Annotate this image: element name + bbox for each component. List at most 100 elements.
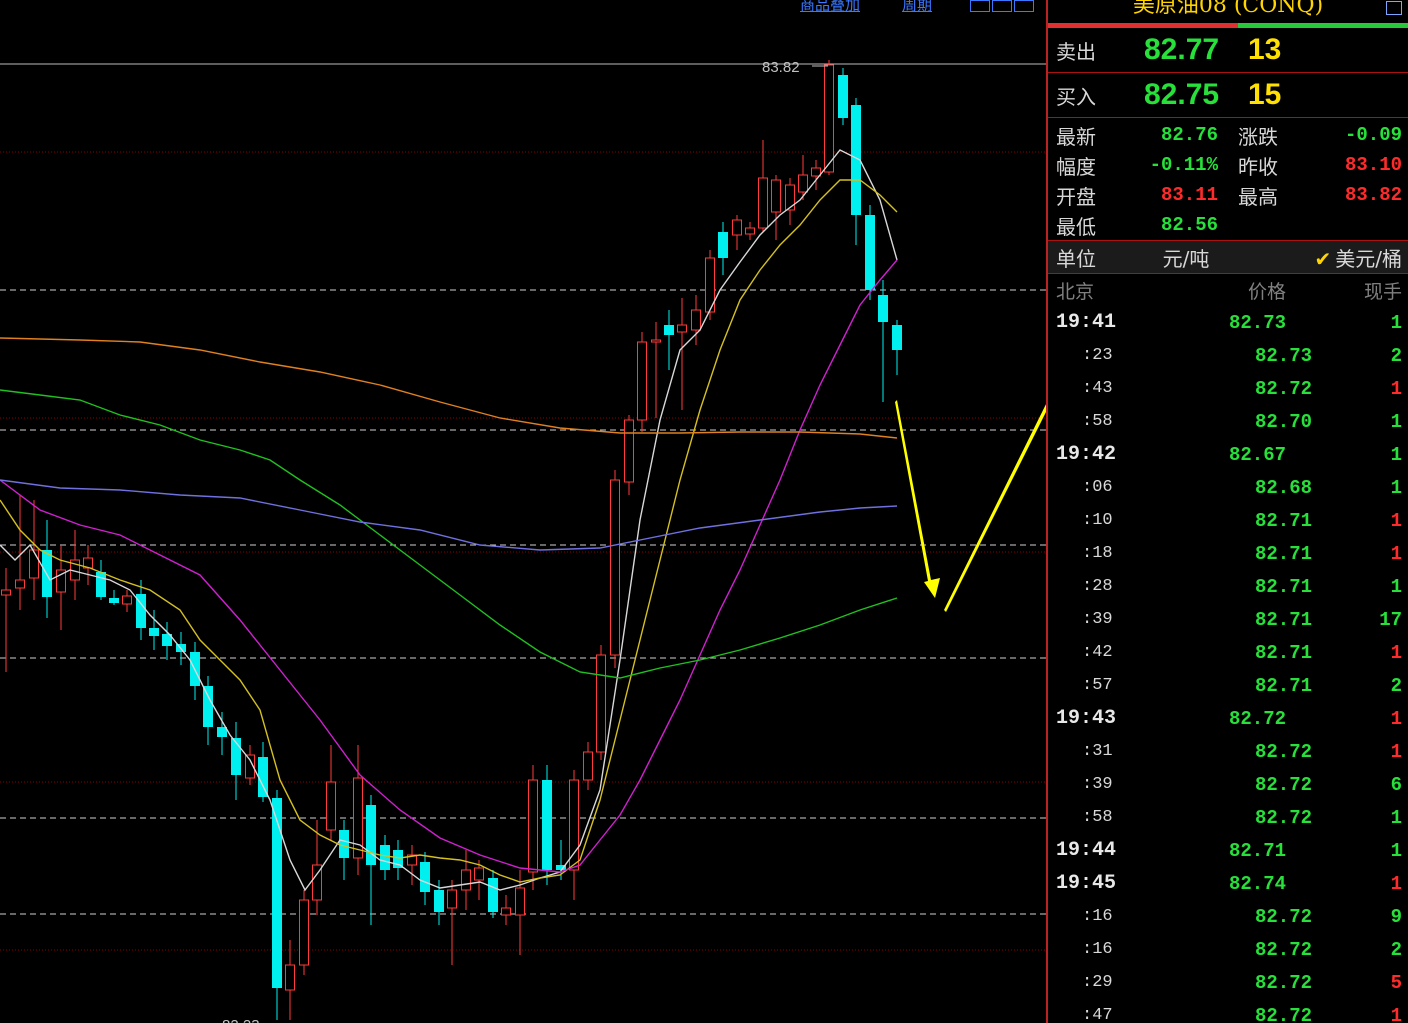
tick-qty: 1 — [1390, 443, 1402, 466]
high-label: 83.82 — [762, 59, 800, 76]
stat-key: 开盘 — [1056, 184, 1096, 209]
tick-qty: 1 — [1390, 476, 1402, 499]
candle-body — [610, 479, 620, 656]
stat-value-2: 83.82 — [1344, 184, 1402, 206]
candle-body — [285, 964, 295, 991]
tick-time: :23 — [1082, 346, 1113, 365]
tick-price: 82.74 — [1228, 872, 1286, 895]
tick-time: :47 — [1082, 1006, 1113, 1023]
candle-body — [758, 177, 768, 229]
tick-time: :10 — [1082, 511, 1113, 530]
sell-label: 卖出 — [1056, 39, 1096, 64]
candle-body — [339, 830, 349, 858]
tick-time: 19:45 — [1056, 872, 1117, 895]
tick-time: :31 — [1082, 742, 1113, 761]
tick-price: 82.71 — [1228, 839, 1286, 862]
tick-row: :39 82.71 17 — [1048, 603, 1408, 636]
tick-time: :58 — [1082, 808, 1113, 827]
tick-row: 19:41 82.73 1 — [1048, 306, 1408, 339]
tick-qty: 1 — [1390, 707, 1402, 730]
candle-body — [824, 64, 834, 173]
tick-qty: 1 — [1390, 410, 1402, 433]
period-link[interactable]: 周期 — [902, 0, 932, 14]
tick-qty: 1 — [1390, 806, 1402, 829]
tick-row: :43 82.72 1 — [1048, 372, 1408, 405]
candle-body — [15, 579, 25, 589]
candle-body — [258, 757, 268, 797]
unit-label: 单位 — [1056, 246, 1096, 271]
tick-row: :31 82.72 1 — [1048, 735, 1408, 768]
tick-table: 19:41 82.73 1:23 82.73 2:43 82.72 1:58 8… — [1048, 306, 1408, 1023]
tick-time: 19:44 — [1056, 839, 1117, 862]
tick-price: 82.71 — [1254, 509, 1312, 532]
tick-qty: 1 — [1390, 872, 1402, 895]
tick-price: 82.72 — [1228, 707, 1286, 730]
contract-title-text: 美原油08 (CONQ) — [1132, 0, 1324, 18]
nav-end-icon[interactable] — [1014, 0, 1034, 12]
candle-body — [651, 339, 661, 343]
tick-row: 19:44 82.71 1 — [1048, 834, 1408, 867]
tick-qty: 1 — [1390, 509, 1402, 532]
candle-body — [718, 232, 728, 258]
stat-key: 最低 — [1056, 214, 1096, 239]
unit-option-yuan-per-ton[interactable]: 元/吨 — [1146, 243, 1226, 272]
candle-body — [109, 598, 119, 603]
tick-time: :58 — [1082, 412, 1113, 431]
tick-price: 82.71 — [1254, 542, 1312, 565]
col-price: 价格 — [1247, 280, 1286, 303]
stat-value: -0.11% — [1149, 154, 1218, 176]
candle-body — [542, 780, 552, 870]
candle-body — [745, 227, 755, 235]
maximize-icon[interactable] — [1386, 1, 1402, 15]
candle-body — [122, 595, 132, 605]
overlay-commodity-link[interactable]: 商品叠加 — [800, 0, 860, 14]
tick-price: 82.71 — [1254, 575, 1312, 598]
tick-price: 82.67 — [1228, 443, 1286, 466]
ma-line-120 — [0, 337, 898, 439]
candle-body — [624, 419, 634, 483]
stat-value-2: -0.09 — [1344, 124, 1402, 146]
candle-body — [637, 341, 647, 421]
nav-right-icon[interactable] — [992, 0, 1012, 12]
tick-qty: 5 — [1390, 971, 1402, 994]
stat-value-2: 83.10 — [1344, 154, 1402, 176]
buy-volume: 15 — [1248, 78, 1282, 111]
tick-price: 82.72 — [1254, 971, 1312, 994]
candle-body — [528, 779, 538, 873]
candle-body — [596, 654, 606, 753]
tick-qty: 9 — [1390, 905, 1402, 928]
stat-key: 幅度 — [1056, 154, 1096, 179]
ma-line-40 — [0, 389, 898, 679]
tick-price: 82.72 — [1254, 740, 1312, 763]
tick-qty: 6 — [1390, 773, 1402, 796]
candle-body — [461, 869, 471, 891]
tick-qty: 1 — [1390, 377, 1402, 400]
kline-chart[interactable]: 83.82 82.23 商品叠加 周期 — [0, 0, 1046, 1023]
candle-body — [677, 324, 687, 333]
candle-body — [29, 549, 39, 579]
candle-body — [299, 899, 309, 966]
tick-row: 19:43 82.72 1 — [1048, 702, 1408, 735]
candle-body — [811, 167, 821, 177]
tick-time: :16 — [1082, 907, 1113, 926]
tick-price: 82.72 — [1254, 905, 1312, 928]
tick-time: :43 — [1082, 379, 1113, 398]
tick-time: :28 — [1082, 577, 1113, 596]
tick-price: 82.72 — [1254, 806, 1312, 829]
tick-time: :16 — [1082, 940, 1113, 959]
tick-row: :47 82.72 1 — [1048, 999, 1408, 1023]
tick-qty: 1 — [1390, 1004, 1402, 1023]
tick-row: :57 82.71 2 — [1048, 669, 1408, 702]
candle-body — [149, 628, 159, 636]
unit-row: 单位 元/吨 ✔ 美元/桶 — [1048, 240, 1408, 274]
unit-option-usd-per-barrel[interactable]: ✔ 美元/桶 — [1226, 243, 1402, 272]
tick-time: 19:42 — [1056, 443, 1117, 466]
candle-body — [691, 309, 701, 331]
nav-buttons — [970, 0, 1034, 14]
low-label: 82.23 — [222, 1017, 260, 1023]
tick-price: 82.72 — [1254, 938, 1312, 961]
ma-line-10 — [0, 179, 898, 883]
ma-line-60 — [0, 479, 898, 551]
nav-left-icon[interactable] — [970, 0, 990, 12]
tick-row: :58 82.72 1 — [1048, 801, 1408, 834]
